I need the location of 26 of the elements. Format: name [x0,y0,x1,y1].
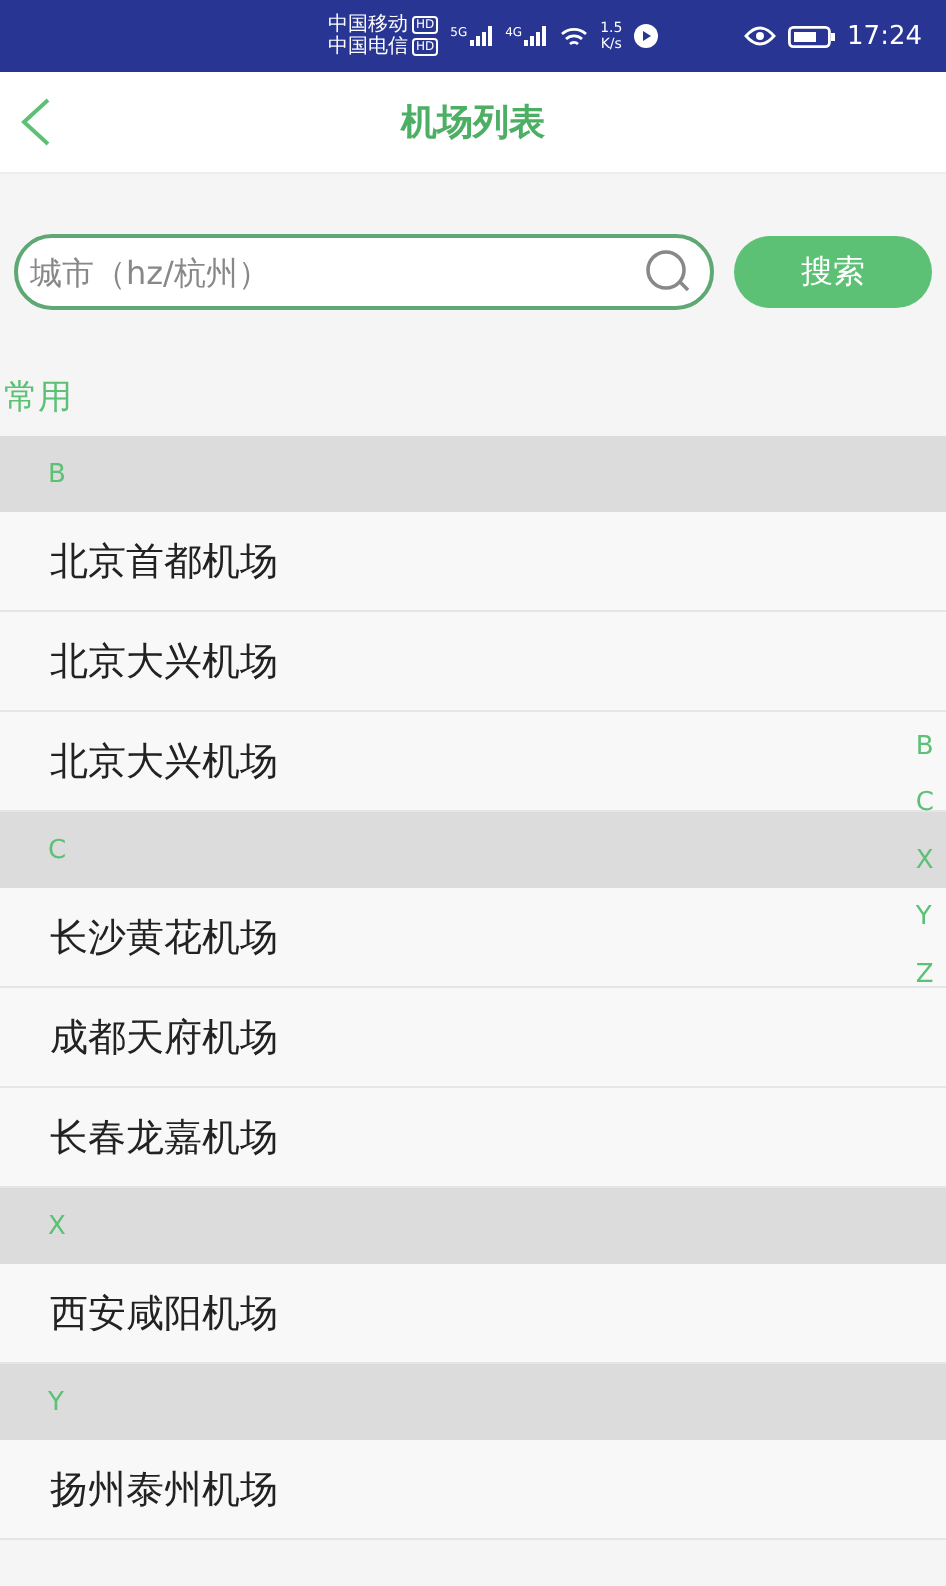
eye-icon [743,26,776,46]
search-icon [642,250,694,294]
airport-item[interactable]: 北京大兴机场 [50,735,278,787]
letter-label: X [48,1211,66,1241]
wifi-icon [560,25,589,47]
airport-item[interactable]: 长沙黄花机场 [50,911,278,963]
airport-item[interactable]: 成都天府机场 [50,1011,278,1063]
signal-icon [469,26,494,46]
carrier-name: 中国移动 [328,14,408,36]
airport-item[interactable]: 长春龙嘉机场 [50,1111,278,1163]
battery-icon [787,25,836,47]
airport-item[interactable]: 扬州泰州机场 [50,1463,278,1515]
letter-label: C [48,835,67,865]
section-label: 常用 [2,376,74,422]
airport-item[interactable]: 西安咸阳机场 [50,1287,278,1339]
page-title: 机场列表 [401,100,545,146]
back-icon[interactable] [20,98,52,146]
signal-icon [524,26,549,46]
notification-icon [634,24,659,48]
airport-item[interactable]: 北京大兴机场 [50,635,278,687]
carrier-name: 中国电信 [328,36,408,58]
letter-label: Y [48,1387,64,1417]
letter-label: B [48,459,66,489]
airport-item[interactable]: 北京首都机场 [50,535,278,587]
search-field[interactable]: 城市（hz/杭州） [14,234,714,310]
clock-time: 17:24 [847,21,922,51]
